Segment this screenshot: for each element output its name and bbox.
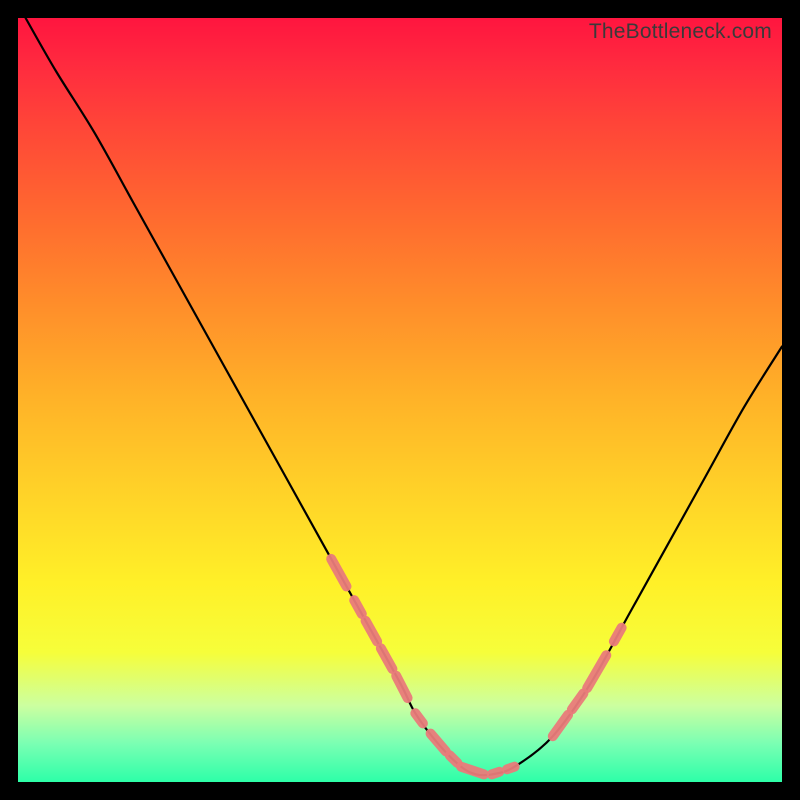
highlight-segment [553, 715, 568, 736]
chart-frame: TheBottleneck.com [0, 0, 800, 800]
highlight-dots [331, 559, 621, 775]
highlight-segment [450, 755, 458, 763]
highlight-segment [461, 767, 484, 775]
highlight-segment [492, 772, 500, 775]
highlight-segment [507, 767, 515, 770]
bottleneck-curve [26, 18, 782, 775]
highlight-segment [331, 559, 346, 587]
plot-area: TheBottleneck.com [18, 18, 782, 782]
curve-svg [18, 18, 782, 782]
highlight-segment [354, 600, 362, 614]
highlight-segment [431, 734, 446, 752]
highlight-segment [587, 655, 606, 688]
highlight-segment [396, 676, 407, 698]
highlight-segment [415, 713, 423, 723]
highlight-segment [381, 648, 393, 669]
highlight-segment [614, 628, 622, 642]
highlight-segment [572, 693, 584, 709]
highlight-segment [366, 621, 378, 642]
